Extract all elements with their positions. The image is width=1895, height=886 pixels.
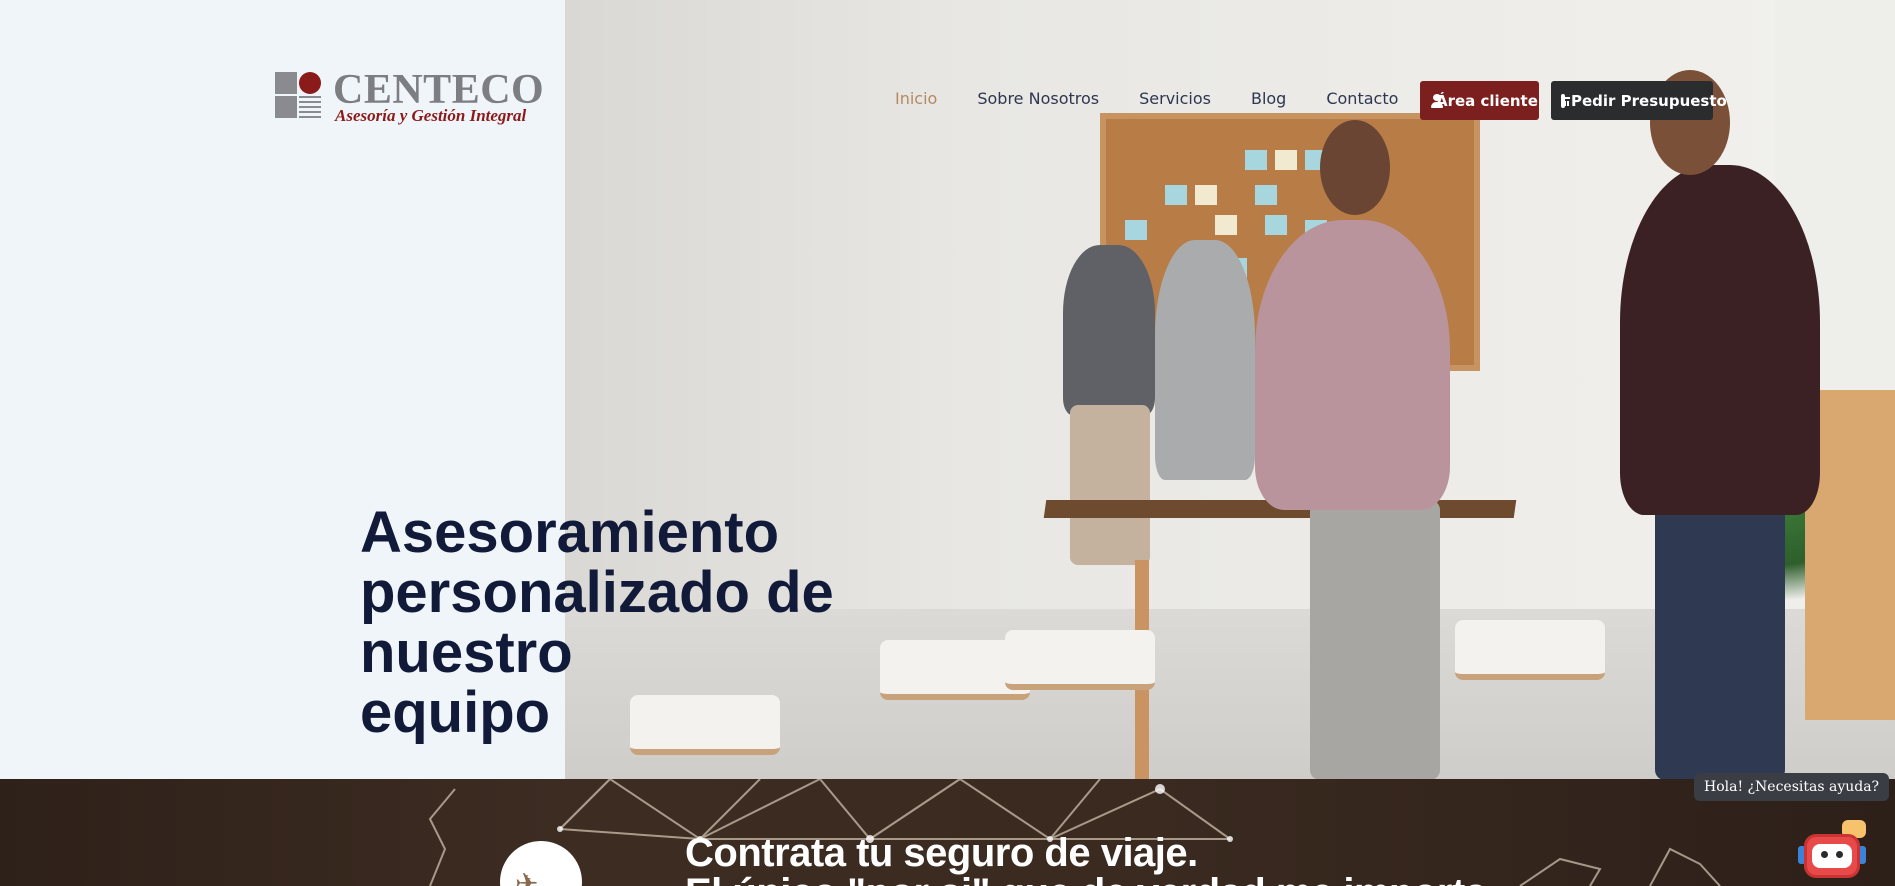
headline-line-1: Asesoramiento: [360, 500, 780, 565]
client-area-button[interactable]: Área cliente: [1420, 81, 1539, 120]
site-logo[interactable]: CENTECO Asesoría y Gestión Integral: [275, 67, 544, 126]
client-area-label: Área cliente: [1436, 91, 1538, 110]
airplane-icon: ✈: [515, 868, 539, 886]
chat-greeting-bubble[interactable]: Hola! ¿Necesitas ayuda?: [1694, 773, 1890, 801]
nav-item-inicio[interactable]: Inicio: [895, 89, 937, 108]
request-quote-label: Pedir Presupuesto: [1571, 91, 1727, 110]
nav-item-blog[interactable]: Blog: [1251, 89, 1286, 108]
main-nav: Inicio Sobre Nosotros Servicios Blog Con…: [895, 89, 1398, 108]
logo-tagline: Asesoría y Gestión Integral: [335, 106, 527, 125]
nav-item-contacto[interactable]: Contacto: [1326, 89, 1398, 108]
travel-insurance-banner[interactable]: ✈ Contrata tu seguro de viaje. El único …: [0, 779, 1895, 886]
banner-title: Contrata tu seguro de viaje.: [685, 831, 1198, 875]
hero-headline: Asesoramiento personalizado de nuestro e…: [360, 503, 1060, 743]
banner-subtitle: El único "por si" que de verdad me impor…: [685, 871, 1487, 886]
robot-icon[interactable]: [1798, 820, 1868, 880]
headline-line-2: personalizado de nuestro: [360, 560, 834, 685]
nav-item-servicios[interactable]: Servicios: [1139, 89, 1211, 108]
calculator-icon: [1561, 93, 1570, 108]
headline-line-3: equipo: [360, 680, 551, 745]
request-quote-button[interactable]: Pedir Presupuesto: [1551, 81, 1727, 120]
nav-item-sobre-nosotros[interactable]: Sobre Nosotros: [977, 89, 1099, 108]
